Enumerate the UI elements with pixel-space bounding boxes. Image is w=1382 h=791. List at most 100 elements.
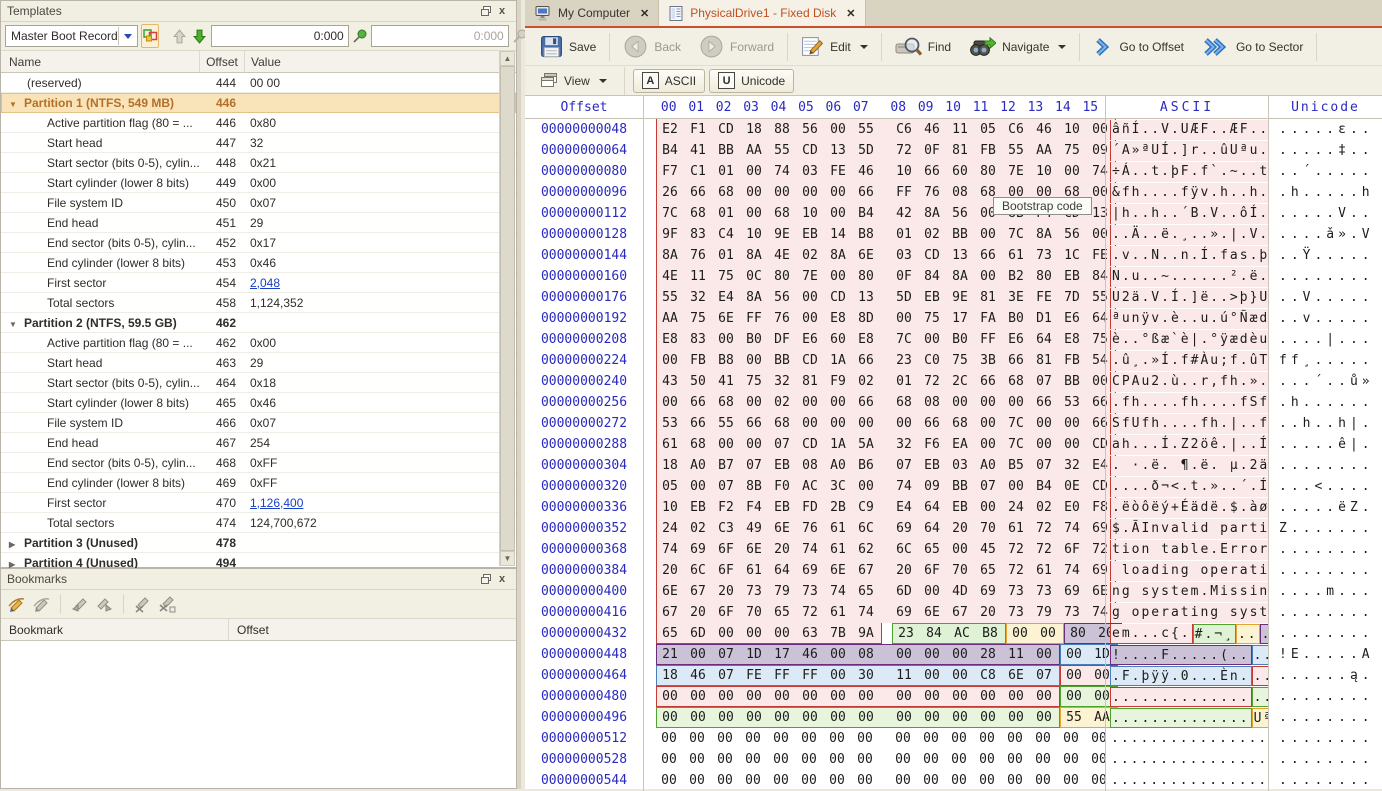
hex-byte[interactable]: F1 <box>685 122 711 137</box>
unicode-text[interactable]: ..Ÿ..... <box>1268 245 1382 266</box>
ascii-text[interactable]: .. <box>1252 666 1268 686</box>
hex-byte[interactable]: 00 <box>919 332 945 347</box>
hex-byte[interactable]: 6C <box>685 563 711 578</box>
hex-row[interactable]: 00000000208E88300B0DFE660E87C00B0FFE664E… <box>525 329 1382 350</box>
hex-byte[interactable]: A0 <box>975 458 1001 473</box>
hex-byte[interactable]: 76 <box>797 521 823 536</box>
hex-byte[interactable]: 6E <box>825 563 851 578</box>
hex-byte[interactable]: 68 <box>947 416 973 431</box>
hex-byte[interactable]: 00 <box>740 731 766 746</box>
ascii-text[interactable]: U2ä.V.Í.]ë..>þ}U <box>1110 288 1268 308</box>
unicode-text[interactable]: ..V..... <box>1268 287 1382 308</box>
hex-byte[interactable]: 80 <box>1031 269 1057 284</box>
save-button[interactable]: Save <box>531 31 605 63</box>
hex-byte[interactable]: 66 <box>853 353 879 368</box>
hex-byte[interactable]: 26 <box>657 185 683 200</box>
hex-byte[interactable]: 00 <box>890 731 916 746</box>
hex-byte[interactable]: 61 <box>1003 521 1029 536</box>
hex-byte[interactable]: 65 <box>853 584 879 599</box>
hex-byte[interactable]: 60 <box>947 164 973 179</box>
ascii-text[interactable]: loading operati <box>1110 561 1268 581</box>
hex-byte[interactable]: 8A <box>947 269 973 284</box>
hex-byte[interactable]: 5D <box>891 290 917 305</box>
unicode-text[interactable]: .....ε.. <box>1268 119 1382 140</box>
hex-byte[interactable]: 6E <box>1003 668 1029 683</box>
hex-byte[interactable]: 69 <box>891 521 917 536</box>
template-row[interactable]: End cylinder (lower 8 bits)4690xFF <box>1 473 516 493</box>
hex-byte[interactable]: 72 <box>1031 521 1057 536</box>
hex-row[interactable]: 000000001127C680100681000B4428A56008BF4C… <box>525 203 1382 224</box>
hex-byte[interactable]: 13 <box>947 248 973 263</box>
hex-byte[interactable]: 20 <box>975 605 1001 620</box>
template-row[interactable]: End sector (bits 0-5), cylin...4520x17 <box>1 233 516 253</box>
hex-byte[interactable]: C6 <box>1003 122 1029 137</box>
hex-byte[interactable]: 13 <box>825 143 851 158</box>
hex-byte[interactable]: 64 <box>1031 332 1057 347</box>
hex-byte[interactable]: 61 <box>657 437 683 452</box>
hex-byte[interactable]: 7E <box>1003 164 1029 179</box>
hex-row[interactable]: 00000000432656D000000637B9A2384ACB800008… <box>525 623 1382 644</box>
unicode-text[interactable]: ........ <box>1268 455 1382 476</box>
hex-byte[interactable]: 00 <box>853 710 879 725</box>
hex-row[interactable]: 000000002886168000007CD1A5A32F6EA007C000… <box>525 434 1382 455</box>
scroll-down-icon[interactable]: ▼ <box>500 551 515 566</box>
hex-row[interactable]: 00000000384206C6F6164696E67206F706572617… <box>525 560 1382 581</box>
unicode-text[interactable]: ff¸..... <box>1268 350 1382 371</box>
ascii-text[interactable]: .. <box>1236 624 1260 644</box>
hex-byte[interactable]: 66 <box>685 416 711 431</box>
delete-bookmark-button[interactable] <box>133 596 152 613</box>
hex-byte[interactable]: 00 <box>741 710 767 725</box>
hex-byte[interactable]: 83 <box>685 227 711 242</box>
hex-byte[interactable]: 9E <box>769 227 795 242</box>
hex-byte[interactable]: 43 <box>657 374 683 389</box>
hex-row[interactable]: 000000001289F83C4109EEB14B80102BB007C8A5… <box>525 224 1382 245</box>
hex-byte[interactable]: 6E <box>769 521 795 536</box>
hex-byte[interactable]: 00 <box>1031 710 1057 725</box>
hex-byte[interactable]: FF <box>769 668 795 683</box>
hex-byte[interactable]: 75 <box>685 311 711 326</box>
hex-byte[interactable]: 75 <box>947 353 973 368</box>
hex-byte[interactable]: 00 <box>656 752 682 767</box>
hex-byte[interactable]: 00 <box>825 710 851 725</box>
unicode-text[interactable]: ....|... <box>1268 329 1382 350</box>
hex-byte[interactable]: 72 <box>919 374 945 389</box>
hex-byte[interactable]: 0F <box>919 143 945 158</box>
hex-byte[interactable]: 00 <box>741 437 767 452</box>
hex-byte[interactable]: 00 <box>741 626 767 641</box>
hex-byte[interactable]: 00 <box>947 668 973 683</box>
hex-byte[interactable]: B0 <box>1003 311 1029 326</box>
ascii-text[interactable]: ah...Í.Z2öê.|..Í <box>1110 435 1268 455</box>
hex-byte[interactable]: 00 <box>657 710 683 725</box>
hex-byte[interactable]: 1C <box>1059 248 1085 263</box>
ascii-text[interactable]: .. <box>1252 687 1268 707</box>
hex-byte[interactable]: E8 <box>825 311 851 326</box>
hex-byte[interactable]: 70 <box>947 563 973 578</box>
hex-byte[interactable]: 00 <box>713 332 739 347</box>
hex-byte[interactable]: B7 <box>713 458 739 473</box>
hex-byte[interactable]: 4E <box>769 248 795 263</box>
hex-byte[interactable]: 55 <box>1003 143 1029 158</box>
template-scrollbar[interactable]: ▲ ▼ <box>499 51 515 566</box>
hex-byte[interactable]: 79 <box>769 584 795 599</box>
hex-byte[interactable]: 00 <box>1059 416 1085 431</box>
hex-byte[interactable]: E6 <box>1003 332 1029 347</box>
hex-byte[interactable]: 67 <box>685 584 711 599</box>
hex-byte[interactable]: 00 <box>685 479 711 494</box>
hex-byte[interactable]: 72 <box>1003 542 1029 557</box>
hex-byte[interactable]: 6E <box>741 542 767 557</box>
hex-byte[interactable]: 72 <box>1003 563 1029 578</box>
unicode-text[interactable]: !E.....A <box>1268 644 1382 665</box>
ascii-text[interactable]: .............. <box>1110 708 1252 728</box>
hex-byte[interactable]: 84 <box>919 269 945 284</box>
hex-byte[interactable]: 00 <box>657 353 683 368</box>
hex-byte[interactable]: 67 <box>853 563 879 578</box>
hex-byte[interactable]: 49 <box>741 521 767 536</box>
ascii-text[interactable]: Uª <box>1252 708 1268 728</box>
chevron-down-icon[interactable]: ▼ <box>9 100 24 109</box>
hex-byte[interactable]: 67 <box>657 605 683 620</box>
hex-byte[interactable]: 6C <box>891 542 917 557</box>
hex-byte[interactable]: A0 <box>685 458 711 473</box>
hex-byte[interactable]: FE <box>825 164 851 179</box>
hex-byte[interactable]: BB <box>713 143 739 158</box>
hex-byte[interactable]: 75 <box>713 269 739 284</box>
